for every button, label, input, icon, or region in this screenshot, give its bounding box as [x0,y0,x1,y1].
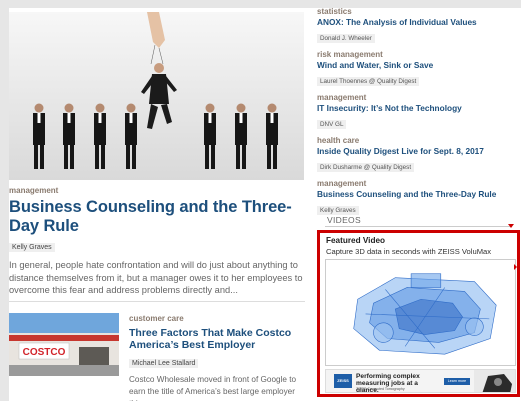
sidebar-item-category[interactable]: statistics [317,7,521,16]
hero-excerpt: In general, people hate confrontation an… [9,260,303,296]
ad-product-image [474,370,515,392]
costco-title-link[interactable]: Three Factors That Make Costco America’s… [129,327,309,352]
story-divider [9,300,305,302]
featured-video-heading: Featured Video [326,236,385,245]
hero-title-link[interactable]: Business Counseling and the Three-Day Ru… [9,198,309,236]
featured-video-panel: Featured Video Capture 3D data in second… [317,230,520,397]
videos-divider [325,226,511,227]
zeiss-logo: ZEISS [334,374,352,388]
sidebar-item-title[interactable]: ANOX: The Analysis of Individual Values [317,17,521,27]
hero-author[interactable]: Kelly Graves [9,243,55,252]
hero-category[interactable]: management [9,186,309,195]
costco-thumbnail[interactable]: COSTCO [9,312,119,376]
sidebar-item-category[interactable]: management [317,179,521,188]
sidebar-item-author[interactable]: Kelly Graves [317,206,359,215]
sidebar-item: management IT Insecurity: It’s Not the T… [317,93,521,131]
sidebar-item: statistics ANOX: The Analysis of Individ… [317,7,521,45]
featured-video-title-link[interactable]: Capture 3D data in seconds with ZEISS Vo… [326,247,491,256]
sidebar-item-category[interactable]: risk management [317,50,521,59]
sidebar-item-title[interactable]: Wind and Water, Sink or Save [317,60,521,70]
sidebar-item-category[interactable]: management [317,93,521,102]
sidebar-item: management Business Counseling and the T… [317,179,521,217]
ad-small-text: ZEISS Computed Tomography [356,387,405,391]
caret-right-icon [514,264,517,270]
sidebar-item-author[interactable]: Laurel Thoennes @ Quality Digest [317,77,420,86]
caret-down-icon [508,224,514,228]
sidebar-item-title[interactable]: IT Insecurity: It’s Not the Technology [317,103,521,113]
hero-image[interactable] [9,12,304,180]
main-column: management Business Counseling and the T… [9,12,309,401]
sidebar-item-author[interactable]: Dirk Dusharme @ Quality Digest [317,163,415,172]
sidebar-item-category[interactable]: health care [317,136,521,145]
sidebar-item-title[interactable]: Business Counseling and the Three-Day Ru… [317,189,521,199]
video-player[interactable] [325,259,516,366]
ad-learn-more-button[interactable]: Learn more [444,378,470,385]
costco-category[interactable]: customer care [129,314,309,323]
zeiss-ad-banner[interactable]: ZEISS Performing complex measuring jobs … [325,369,516,393]
sidebar-item-title[interactable]: Inside Quality Digest Live for Sept. 8, … [317,146,521,156]
sidebar: statistics ANOX: The Analysis of Individ… [317,7,521,222]
story-costco: COSTCO customer care Three Factors That … [9,312,309,401]
sidebar-item-author[interactable]: Donald J. Wheeler [317,34,375,43]
sidebar-item: health care Inside Quality Digest Live f… [317,136,521,174]
costco-sign-text: COSTCO [23,347,66,358]
costco-author[interactable]: Michael Lee Stallard [129,358,199,368]
costco-text-block: customer care Three Factors That Make Co… [129,314,309,401]
sidebar-item-author[interactable]: DNV GL [317,120,347,129]
videos-heading: VIDEOS [327,215,361,225]
costco-excerpt: Costco Wholesale moved in front of Googl… [129,374,297,401]
sidebar-item: risk management Wind and Water, Sink or … [317,50,521,88]
